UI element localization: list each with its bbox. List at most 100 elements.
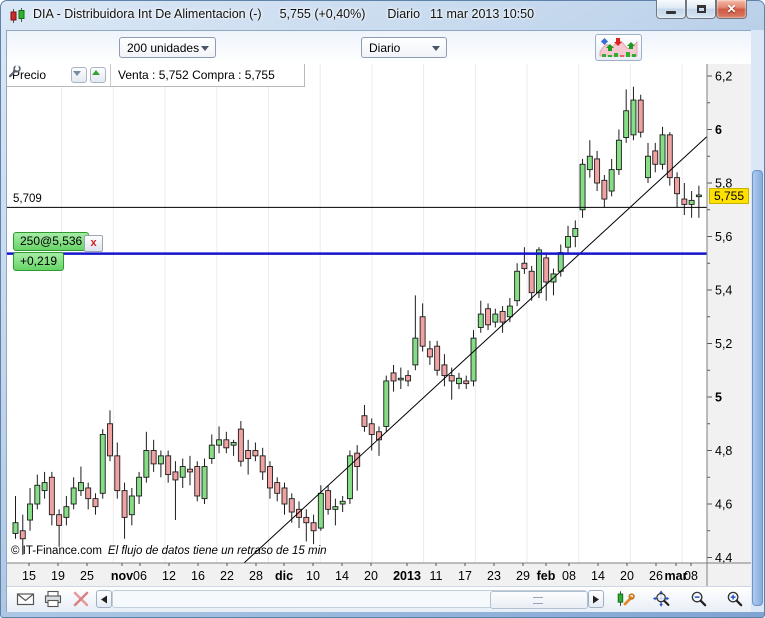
y-axis-label: 5,6 [715,230,732,244]
maximize-button[interactable] [686,0,716,19]
candle [347,451,352,505]
bid-ask-quote: Venta : 5,752 Compra : 5,755 [118,68,275,82]
scroll-right-button[interactable] [588,590,604,608]
move-pane-up-button[interactable] [90,67,106,83]
header-separator [110,64,111,86]
candle [580,159,585,218]
top-toolbar: 200 unidades Diario [7,31,751,64]
y-axis-label: 4,6 [715,498,732,512]
chart-style-icon [599,37,639,59]
pnl-tag: +0,219 [13,252,64,271]
y-axis-label: 6 [715,123,722,137]
x-axis-label: dic [275,569,293,583]
y-axis-label: 5,2 [715,337,732,351]
x-axis-label: 25 [80,569,94,583]
move-down-icon [72,68,82,78]
close-icon: ✕ [726,2,736,16]
candle [536,247,541,298]
x-axis-label: feb [537,569,556,583]
x-axis-label: 2013 [393,569,421,583]
minimize-icon [666,11,676,14]
x-axis-label: 28 [249,569,263,583]
candle [638,95,643,138]
chevron-down-icon [432,46,440,51]
title-period: Diario [387,7,420,21]
period-dropdown-value: Diario [369,41,400,55]
y-axis-label: 4,8 [715,444,732,458]
x-axis-label: 14 [591,569,605,583]
chevron-down-icon [201,46,209,51]
delay-notice: El flujo de datos tiene un retraso de 15… [108,545,327,557]
client-area: 200 unidades Diario 6,265,85,65,45,254,8… [6,30,752,612]
position-tag[interactable]: 250@5,536 [13,232,89,251]
title-datetime: 11 mar 2013 10:50 [430,7,534,21]
arrow-left-icon [100,595,108,604]
candle [667,132,672,186]
units-dropdown-value: 200 unidades [127,41,199,55]
period-dropdown[interactable]: Diario [361,37,447,58]
wrench-icon[interactable] [7,64,22,79]
vertical-scrollbar-thumb[interactable] [752,170,763,606]
last-price-tag: 5,755 [709,188,749,204]
x-axis-label: 16 [191,569,205,583]
x-axis-label: 10 [306,569,320,583]
x-axis-label: 23 [487,569,501,583]
x-axis-label: 06 [133,569,147,583]
chart-panel: 6,265,85,65,45,254,84,64,4151925nov06121… [7,64,751,586]
x-axis-label: 11 [430,569,443,583]
x-axis-label: 29 [516,569,530,583]
delete-drawing-icon[interactable] [71,590,91,608]
scrollbar-thumb[interactable] [490,591,588,609]
x-axis-label: nov [111,569,133,583]
x-axis-label: 14 [335,569,349,583]
data-provider-note: © IT-Finance.com El flujo de datos tiene … [11,545,327,557]
x-axis-label: 26 [649,569,663,583]
title-price: 5,755 (+0,40%) [280,7,366,21]
x-axis-label: 08 [684,569,698,583]
window-title: DIA - Distribuidora Int De Alimentacion … [33,7,534,21]
x-axis-label: 22 [220,569,234,583]
vertical-scrollbar[interactable] [751,30,764,612]
chart-style-button[interactable] [595,34,642,61]
print-icon[interactable] [43,590,63,608]
zoom-in-icon[interactable] [725,590,745,608]
horizontal-scrollbar[interactable] [112,590,587,608]
bottom-toolbar [7,586,751,612]
x-axis-label: 17 [458,569,472,583]
candle [435,341,440,376]
y-axis-label: 5 [715,391,722,405]
x-axis-label: 08 [562,569,576,583]
thumb-grip [533,597,543,604]
move-pane-down-button[interactable] [71,67,87,83]
candle [195,461,200,501]
zoom-out-icon[interactable] [689,590,709,608]
scroll-left-button[interactable] [96,590,112,608]
close-button[interactable]: ✕ [716,0,747,19]
app-candlestick-icon [9,7,27,25]
level-line-label: 5,709 [13,193,42,205]
x-axis-label: 20 [364,569,378,583]
candle [471,330,476,386]
copyright-text: © IT-Finance.com [11,545,102,557]
x-axis-label: 12 [162,569,176,583]
candle [384,376,389,432]
arrow-right-icon [592,595,600,604]
minimize-button[interactable] [656,0,686,19]
panel-header: Precio Venta : 5,752 Compra : 5,755 [7,64,305,87]
zoom-fit-icon[interactable] [652,590,672,608]
x-axis-label: 20 [620,569,634,583]
units-dropdown[interactable]: 200 unidades [119,37,216,58]
candle [100,429,105,499]
title-bar[interactable]: DIA - Distribuidora Int De Alimentacion … [0,0,765,30]
title-symbol: DIA - Distribuidora Int De Alimentacion … [33,7,262,21]
close-position-icon[interactable]: x [84,235,103,252]
maximize-icon [697,5,706,13]
move-up-icon [91,68,101,78]
y-axis-label: 5,4 [715,284,732,298]
chart-settings-icon[interactable] [615,590,635,608]
x-axis-label: 15 [22,569,36,583]
x-axis-label: 19 [51,569,65,583]
y-axis-label: 6,2 [715,70,732,84]
price-chart[interactable]: 6,265,85,65,45,254,84,64,4151925nov06121… [7,64,751,586]
mail-icon[interactable] [16,590,36,608]
